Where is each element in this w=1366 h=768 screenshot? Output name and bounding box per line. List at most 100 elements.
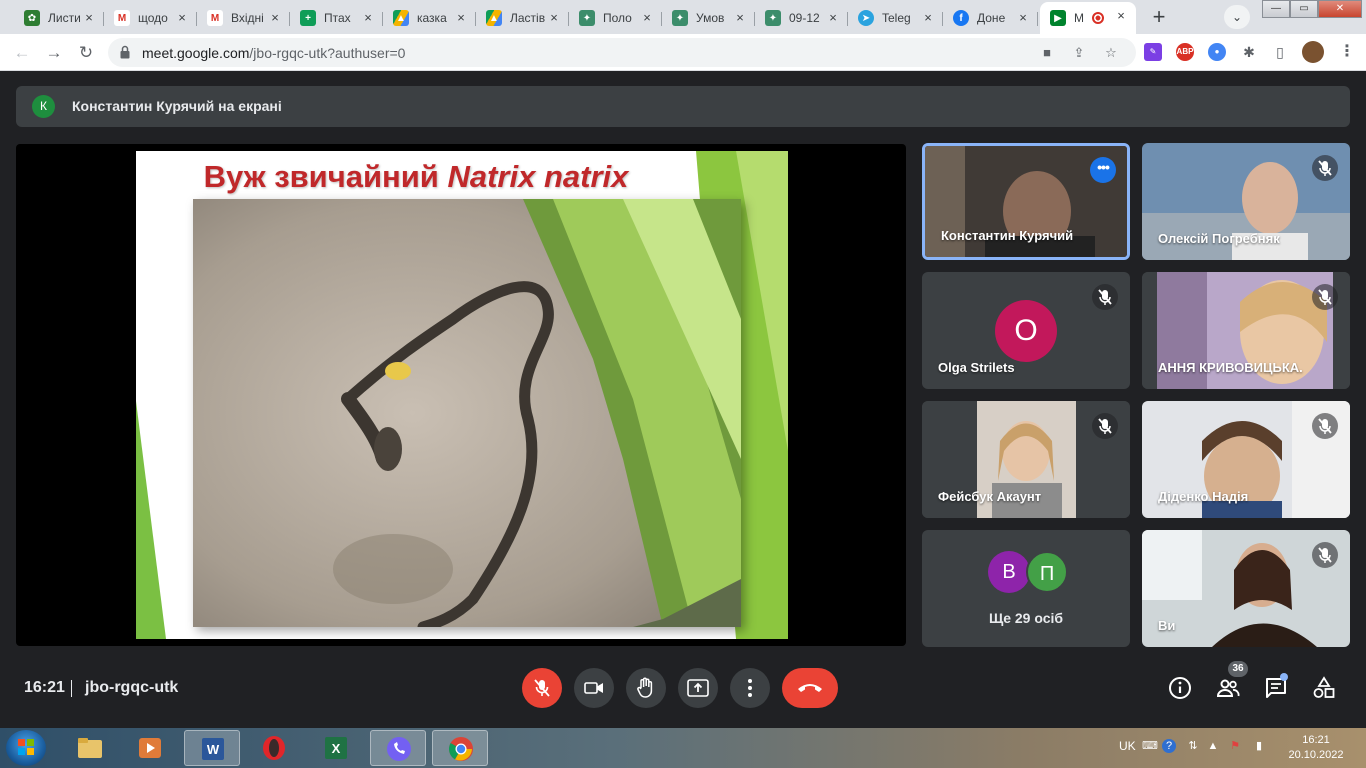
close-window-button[interactable]: ✕ bbox=[1318, 0, 1362, 18]
gmail-icon: M bbox=[207, 10, 223, 26]
taskbar-excel[interactable]: X bbox=[308, 730, 364, 766]
taskbar-viber[interactable] bbox=[370, 730, 426, 766]
folder-icon bbox=[78, 738, 102, 758]
extensions-puzzle-icon[interactable]: ✱ bbox=[1240, 43, 1258, 61]
signal-strength-icon[interactable]: ▮ bbox=[1252, 739, 1266, 753]
close-tab-icon[interactable]: × bbox=[454, 11, 468, 25]
video-camera-icon bbox=[584, 682, 603, 694]
presentation-stage[interactable]: Вуж звичайний Natrix natrix bbox=[16, 144, 906, 646]
participant-tile[interactable]: АННЯ КРИВОВИЦЬКА. bbox=[1142, 272, 1350, 389]
close-tab-icon[interactable]: × bbox=[826, 11, 840, 25]
pen-extension-icon[interactable]: ✎ bbox=[1144, 43, 1162, 61]
close-tab-icon[interactable]: × bbox=[361, 11, 375, 25]
adblock-icon[interactable]: ABP bbox=[1176, 43, 1194, 61]
browser-tab[interactable]: f Доне × bbox=[943, 4, 1038, 32]
browser-tab[interactable]: ▲ казка × bbox=[383, 4, 476, 32]
participant-tile-speaker[interactable]: ••• Константин Курячий bbox=[922, 143, 1130, 260]
telegram-icon: ➤ bbox=[858, 10, 874, 26]
tab-search-button[interactable]: ⌄ bbox=[1224, 5, 1250, 29]
forward-button[interactable]: → bbox=[42, 41, 66, 65]
close-tab-icon[interactable]: × bbox=[1016, 11, 1030, 25]
browser-tab[interactable]: ✦ Поло × bbox=[569, 4, 662, 32]
participant-tile[interactable]: Фейсбук Акаунт bbox=[922, 401, 1130, 518]
keyboard-icon[interactable]: ⌨ bbox=[1142, 739, 1158, 753]
microphone-off-icon bbox=[1312, 542, 1338, 568]
side-panel-icon[interactable]: ▯ bbox=[1271, 43, 1289, 61]
people-icon[interactable] bbox=[1216, 676, 1240, 700]
tray-arrows-icon[interactable]: ⇅ bbox=[1186, 739, 1200, 753]
recording-icon bbox=[1092, 12, 1104, 24]
microphone-off-icon bbox=[1092, 284, 1118, 310]
new-tab-button[interactable]: + bbox=[1146, 6, 1172, 30]
more-participants-tile[interactable]: В П Ще 29 осіб bbox=[922, 530, 1130, 647]
minimize-window-button[interactable]: — bbox=[1262, 0, 1290, 18]
chat-notification-dot bbox=[1280, 673, 1288, 681]
system-clock[interactable]: 16:21 20.10.2022 bbox=[1286, 733, 1346, 763]
maximize-window-button[interactable]: ▭ bbox=[1290, 0, 1318, 18]
close-tab-icon[interactable]: × bbox=[268, 11, 282, 25]
camera-blocked-icon[interactable]: ■ bbox=[1038, 44, 1056, 62]
start-button[interactable] bbox=[6, 730, 46, 766]
browser-tab[interactable]: ✿ Листи × bbox=[14, 4, 104, 32]
browser-tab[interactable]: M щодо × bbox=[104, 4, 197, 32]
browser-tab[interactable]: + Птах × bbox=[290, 4, 383, 32]
chrome-icon bbox=[448, 737, 473, 761]
present-screen-button[interactable] bbox=[678, 668, 718, 708]
show-hidden-icons-icon[interactable]: ▲ bbox=[1206, 739, 1220, 753]
close-tab-icon[interactable]: × bbox=[1114, 9, 1128, 23]
address-bar[interactable]: meet.google.com/jbo-rgqc-utk?authuser=0 … bbox=[108, 38, 1136, 67]
taskbar-word[interactable]: W bbox=[184, 730, 240, 766]
browser-menu-icon[interactable]: ⋮ bbox=[1338, 43, 1356, 61]
browser-tab[interactable]: ✦ Умов × bbox=[662, 4, 755, 32]
camera-toggle-button[interactable] bbox=[574, 668, 614, 708]
facebook-icon: f bbox=[953, 10, 969, 26]
presenting-banner: К Константин Курячий на екрані bbox=[16, 86, 1350, 127]
more-options-icon[interactable]: ••• bbox=[1090, 157, 1116, 183]
meeting-code: jbo-rgqc-utk bbox=[85, 679, 179, 696]
activities-icon[interactable] bbox=[1312, 676, 1336, 700]
participant-tile[interactable]: Діденко Надія bbox=[1142, 401, 1350, 518]
drive-icon: ▲ bbox=[393, 10, 409, 26]
browser-tab[interactable]: ▲ Ластів × bbox=[476, 4, 569, 32]
close-tab-icon[interactable]: × bbox=[733, 11, 747, 25]
browser-tab[interactable]: M Вхідні × bbox=[197, 4, 290, 32]
close-tab-icon[interactable]: × bbox=[921, 11, 935, 25]
microphone-off-icon bbox=[534, 679, 550, 697]
windows-taskbar: W X UK ⌨ ? ⇅ ▲ ⚑ ▮ 16:21 20.10.2022 bbox=[0, 728, 1366, 768]
close-tab-icon[interactable]: × bbox=[547, 11, 561, 25]
close-tab-icon[interactable]: × bbox=[82, 11, 96, 25]
more-participants-label: Ще 29 осіб bbox=[988, 610, 1064, 626]
profile-avatar[interactable] bbox=[1302, 41, 1324, 63]
participant-tile[interactable]: O Olga Strilets bbox=[922, 272, 1130, 389]
browser-tab[interactable]: ✦ 09-12 × bbox=[755, 4, 848, 32]
participant-tile[interactable]: Олексій Погребняк bbox=[1142, 143, 1350, 260]
raise-hand-button[interactable] bbox=[626, 668, 666, 708]
hand-icon bbox=[637, 677, 653, 698]
hang-up-phone-icon bbox=[798, 684, 822, 692]
help-icon[interactable]: ? bbox=[1162, 739, 1176, 753]
taskbar-chrome[interactable] bbox=[432, 730, 488, 766]
taskbar-media-player[interactable] bbox=[122, 730, 178, 766]
participant-avatar: O bbox=[995, 300, 1057, 362]
reload-button[interactable]: ↻ bbox=[74, 41, 98, 65]
gmail-icon: M bbox=[114, 10, 130, 26]
taskbar-explorer[interactable] bbox=[62, 730, 118, 766]
taskbar-opera[interactable] bbox=[246, 730, 302, 766]
browser-tab[interactable]: ➤ Teleg × bbox=[848, 4, 943, 32]
self-view-tile[interactable]: Ви bbox=[1142, 530, 1350, 647]
meeting-details-icon[interactable] bbox=[1168, 676, 1192, 700]
bookmark-star-icon[interactable]: ☆ bbox=[1102, 44, 1120, 62]
browser-tab-active[interactable]: ▶ M × bbox=[1040, 2, 1136, 34]
slide-title: Вуж звичайний Natrix natrix bbox=[203, 159, 629, 194]
svg-text:X: X bbox=[332, 741, 341, 756]
close-tab-icon[interactable]: × bbox=[640, 11, 654, 25]
extension-circle-icon[interactable]: ● bbox=[1208, 43, 1226, 61]
more-options-button[interactable] bbox=[730, 668, 770, 708]
network-warning-icon[interactable]: ⚑ bbox=[1228, 739, 1242, 753]
keyboard-language[interactable]: UK bbox=[1119, 739, 1136, 753]
back-button[interactable]: ← bbox=[10, 41, 34, 65]
close-tab-icon[interactable]: × bbox=[175, 11, 189, 25]
leave-call-button[interactable] bbox=[782, 668, 838, 708]
microphone-toggle-button[interactable] bbox=[522, 668, 562, 708]
share-icon[interactable]: ⇪ bbox=[1070, 44, 1088, 62]
